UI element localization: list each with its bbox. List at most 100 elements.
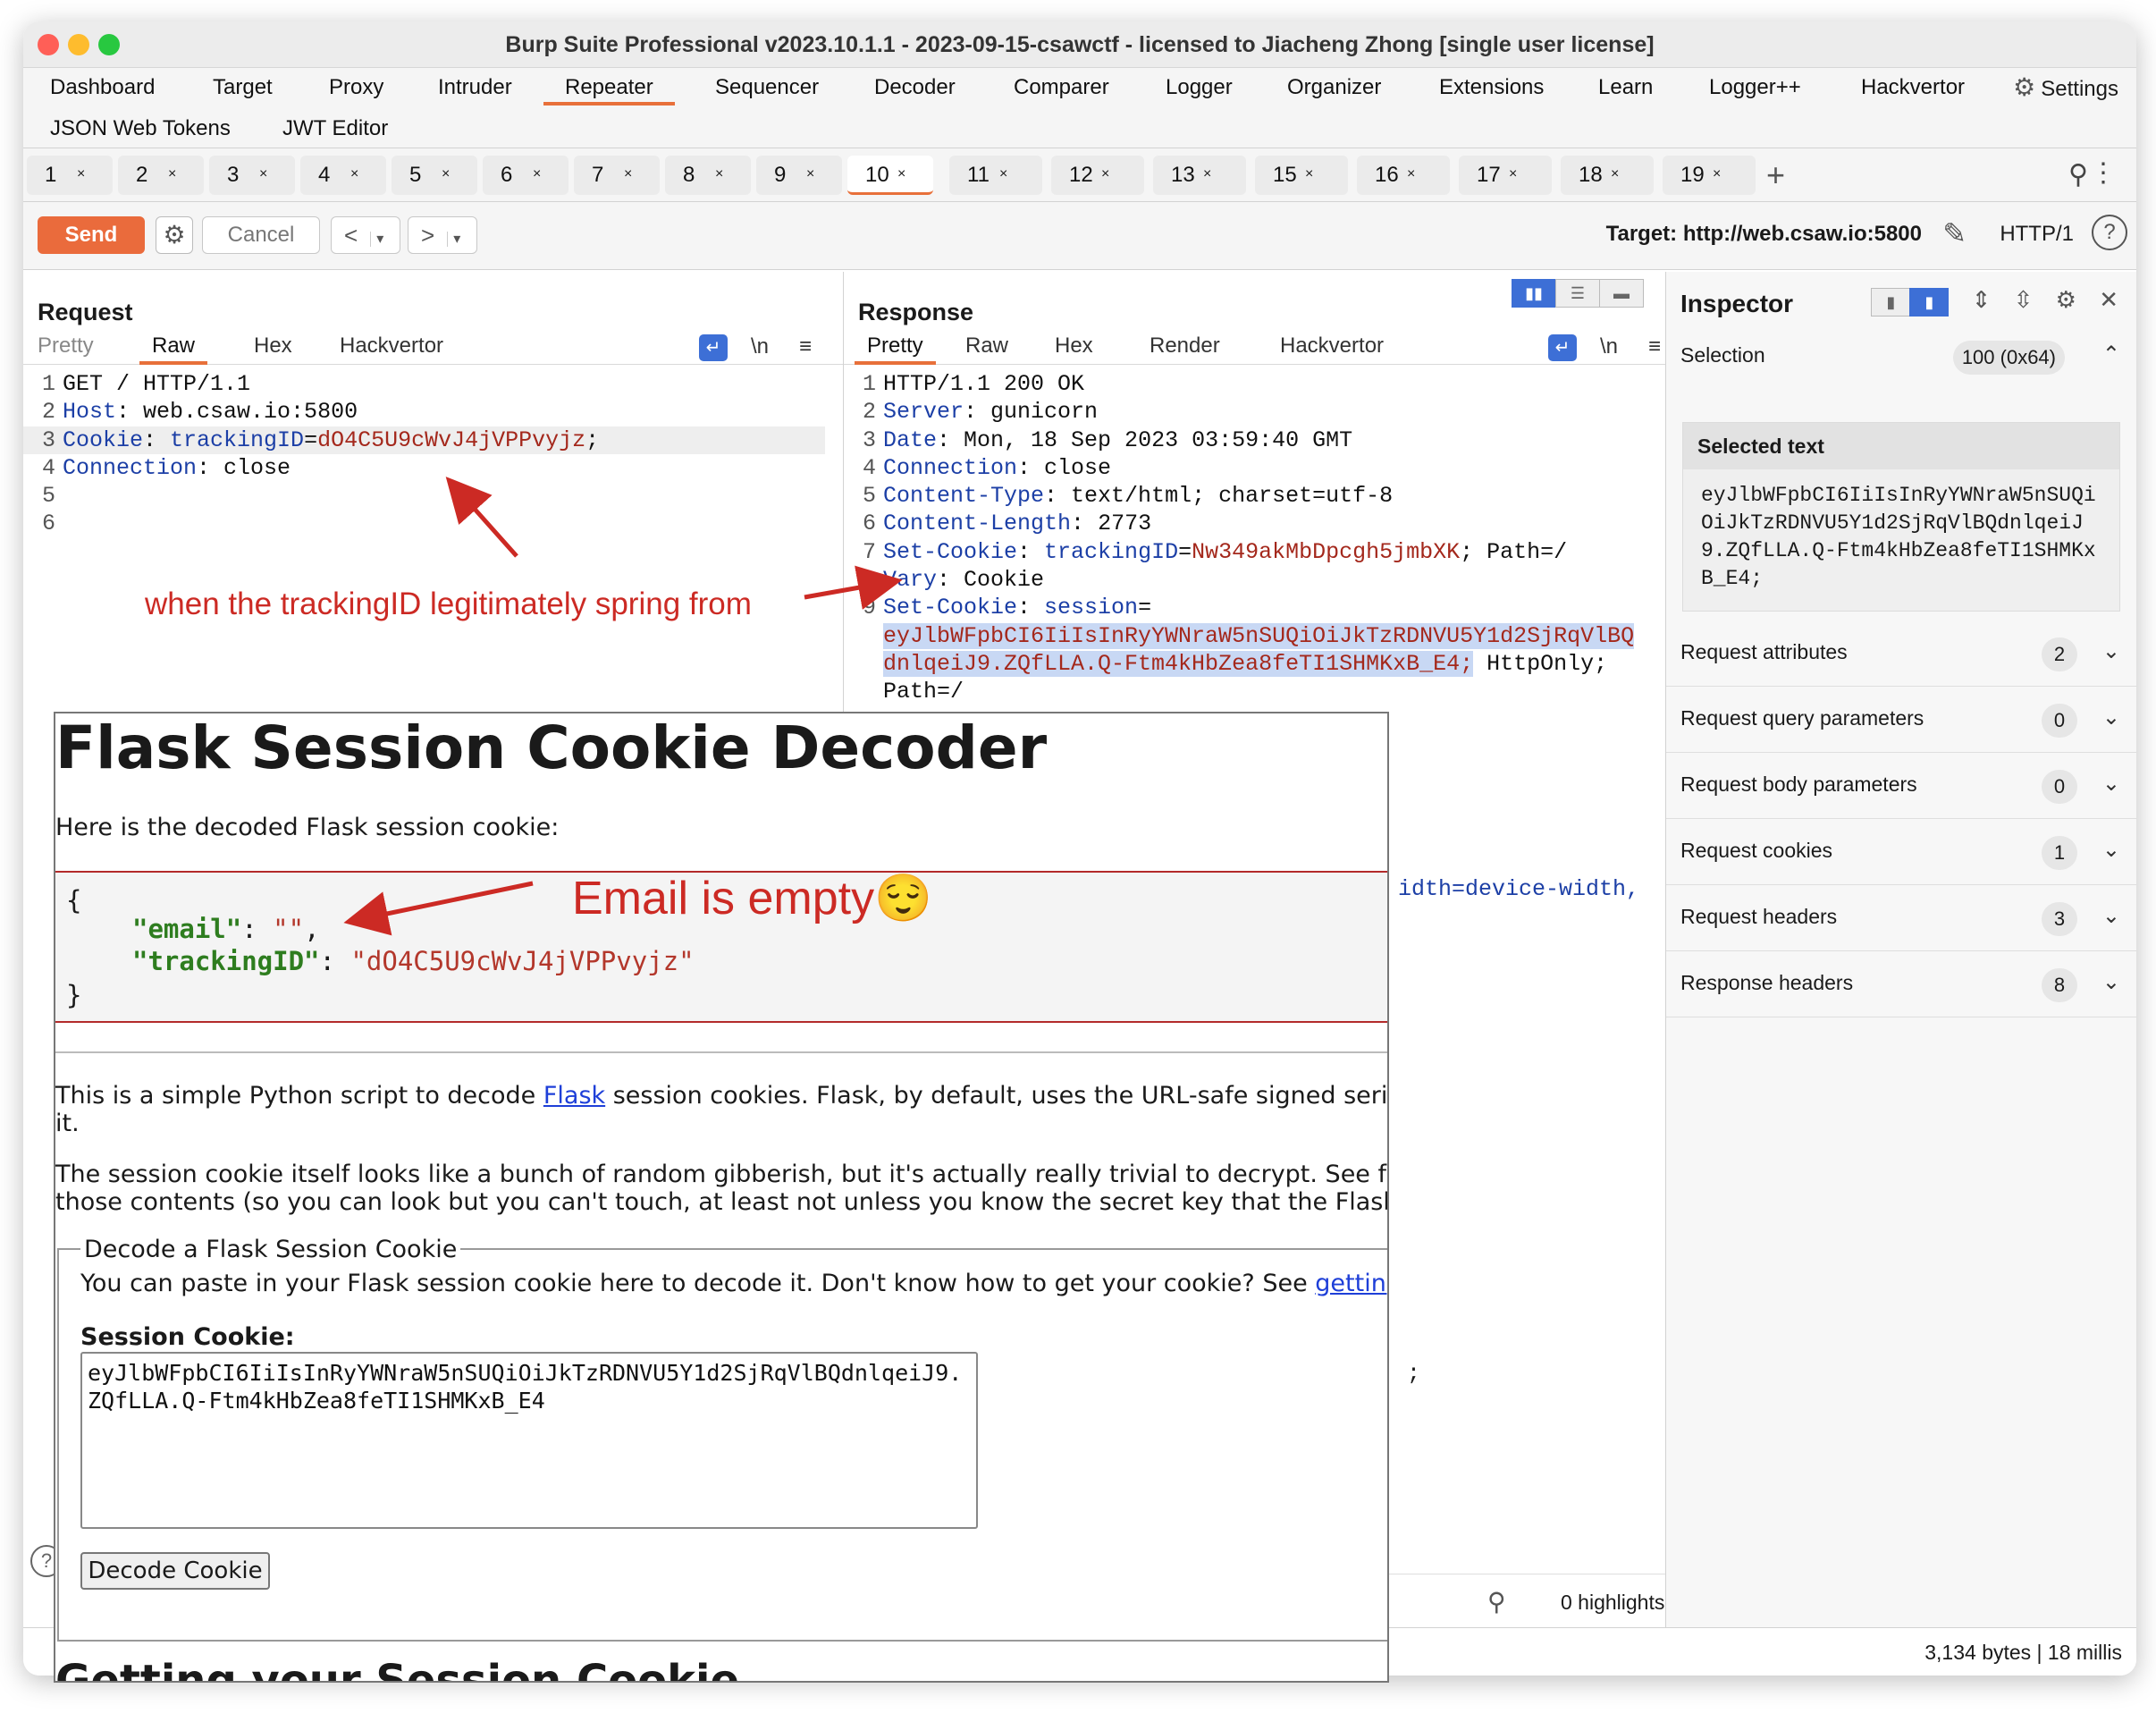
tool-tab-comparer[interactable]: Comparer xyxy=(1010,70,1113,106)
close-tab-icon[interactable]: × xyxy=(1101,166,1109,182)
session-cookie-textarea[interactable]: eyJlbWFpbCI6IiIsInRyYWNraW5nSUQiOiJkTzRD… xyxy=(80,1352,978,1529)
close-tab-icon[interactable]: × xyxy=(168,166,176,182)
close-tab-icon[interactable]: × xyxy=(259,166,267,182)
chevron-down-icon[interactable]: ⌄ xyxy=(2102,837,2120,863)
selected-session-cookie[interactable]: eyJlbWFpbCI6IiIsInRyYWNraW5nSUQiOiJkTzRD… xyxy=(883,622,1635,649)
repeater-tab-7[interactable]: 7 xyxy=(574,156,660,195)
repeater-tab-5[interactable]: 5 xyxy=(392,156,477,195)
history-forward-button[interactable]: > ▾ xyxy=(408,216,477,254)
tool-tab-json-web-tokens[interactable]: JSON Web Tokens xyxy=(46,111,234,147)
repeater-tab-10[interactable]: 10 xyxy=(847,156,933,195)
flask-link[interactable]: Flask xyxy=(543,1082,605,1110)
pencil-icon[interactable]: ✎ xyxy=(1942,216,1967,250)
cancel-button[interactable]: Cancel xyxy=(202,216,320,254)
repeater-tab-19[interactable]: 19 xyxy=(1663,156,1756,195)
expand-icon[interactable]: ⇕ xyxy=(1972,286,1992,313)
close-tab-icon[interactable]: × xyxy=(999,166,1007,182)
getting-cookie-link[interactable]: getting yo xyxy=(1315,1270,1387,1297)
inspector-row-response-headers[interactable]: Response headers 8 ⌄ xyxy=(1666,953,2136,1017)
repeater-tab-18[interactable]: 18 xyxy=(1561,156,1654,195)
close-tab-icon[interactable]: × xyxy=(1203,166,1211,182)
repeater-tab-16[interactable]: 16 xyxy=(1357,156,1450,195)
repeater-tab-17[interactable]: 17 xyxy=(1459,156,1552,195)
tool-tab-intruder[interactable]: Intruder xyxy=(434,70,516,106)
close-tab-icon[interactable]: × xyxy=(715,166,723,182)
add-tab-icon[interactable]: + xyxy=(1766,156,1785,195)
layout-left-icon[interactable]: ▮ xyxy=(1871,288,1911,317)
collapse-icon[interactable]: ⇳ xyxy=(2014,286,2034,313)
search-icon[interactable]: ⚲ xyxy=(1487,1587,1506,1616)
close-tab-icon[interactable]: × xyxy=(1713,166,1721,182)
chevron-down-icon[interactable]: ⌄ xyxy=(2102,969,2120,995)
close-icon[interactable]: ✕ xyxy=(2099,286,2118,313)
repeater-tab-12[interactable]: 12 xyxy=(1051,156,1144,195)
chevron-up-icon[interactable]: ⌃ xyxy=(2102,342,2120,367)
word-wrap-icon[interactable]: ↵ xyxy=(1548,334,1577,361)
word-wrap-icon[interactable]: ↵ xyxy=(699,334,728,361)
tool-tab-decoder[interactable]: Decoder xyxy=(871,70,959,106)
tool-tab-jwt-editor[interactable]: JWT Editor xyxy=(279,111,392,147)
repeater-tab-9[interactable]: 9 xyxy=(756,156,842,195)
tabbed-layout-icon[interactable]: ▬ xyxy=(1599,279,1644,308)
show-newlines-toggle[interactable]: \n xyxy=(1600,334,1618,359)
response-editor[interactable]: 1 HTTP/1.1 200 OK 2 Server: gunicorn 3 Date: … xyxy=(844,370,1665,706)
layout-right-icon[interactable]: ▮ xyxy=(1909,288,1950,317)
tool-tab-logger[interactable]: Logger xyxy=(1162,70,1236,106)
close-tab-icon[interactable]: × xyxy=(442,166,450,182)
chevron-down-icon[interactable]: ▾ xyxy=(370,232,384,247)
side-by-side-layout-icon[interactable]: ▮▮ xyxy=(1512,279,1556,308)
minimize-window-button[interactable] xyxy=(68,34,89,55)
close-tab-icon[interactable]: × xyxy=(77,166,85,182)
chevron-down-icon[interactable]: ⌄ xyxy=(2102,771,2120,797)
send-button[interactable]: Send xyxy=(38,216,145,254)
menu-icon[interactable]: ≡ xyxy=(1648,334,1661,359)
request-tab-hackvertor[interactable]: Hackvertor xyxy=(327,333,456,365)
chevron-down-icon[interactable]: ⌄ xyxy=(2102,903,2120,929)
request-editor[interactable]: 1 GET / HTTP/1.1 2 Host: web.csaw.io:5800 3 C… xyxy=(23,370,843,538)
repeater-tab-8[interactable]: 8 xyxy=(665,156,751,195)
decode-cookie-button[interactable]: Decode Cookie xyxy=(80,1552,270,1590)
more-options-icon[interactable]: ⋮ xyxy=(2090,157,2117,189)
repeater-tab-13[interactable]: 13 xyxy=(1153,156,1246,195)
inspector-row-request-body-parameters[interactable]: Request body parameters 0 ⌄ xyxy=(1666,755,2136,819)
tool-tab-dashboard[interactable]: Dashboard xyxy=(46,70,158,106)
maximize-window-button[interactable] xyxy=(98,34,120,55)
close-tab-icon[interactable]: × xyxy=(897,166,905,182)
response-tab-render[interactable]: Render xyxy=(1137,333,1233,365)
chevron-down-icon[interactable]: ⌄ xyxy=(2102,638,2120,664)
tool-tab-hackvertor[interactable]: Hackvertor xyxy=(1857,70,1968,106)
inspector-row-request-attributes[interactable]: Request attributes 2 ⌄ xyxy=(1666,622,2136,687)
show-newlines-toggle[interactable]: \n xyxy=(751,334,769,359)
gear-icon[interactable]: ⚙ xyxy=(2056,286,2076,313)
tool-tab-learn[interactable]: Learn xyxy=(1595,70,1656,106)
tool-tab-repeater[interactable]: Repeater xyxy=(543,70,675,106)
menu-icon[interactable]: ≡ xyxy=(799,334,812,359)
request-tab-hex[interactable]: Hex xyxy=(241,333,305,365)
history-back-button[interactable]: < ▾ xyxy=(331,216,400,254)
close-tab-icon[interactable]: × xyxy=(350,166,358,182)
response-tab-hackvertor[interactable]: Hackvertor xyxy=(1267,333,1396,365)
tool-tab-sequencer[interactable]: Sequencer xyxy=(712,70,822,106)
close-window-button[interactable] xyxy=(38,34,59,55)
selected-text-value[interactable]: eyJlbWFpbCI6IiIsInRyYWNraW5nSUQiOiJkTzRD… xyxy=(1683,469,2119,605)
tool-tab-logger-plus[interactable]: Logger++ xyxy=(1705,70,1805,106)
repeater-tab-3[interactable]: 3 xyxy=(209,156,295,195)
close-tab-icon[interactable]: × xyxy=(1305,166,1313,182)
tool-tab-extensions[interactable]: Extensions xyxy=(1436,70,1547,106)
inspector-row-request-cookies[interactable]: Request cookies 1 ⌄ xyxy=(1666,821,2136,885)
response-tab-hex[interactable]: Hex xyxy=(1042,333,1106,365)
repeater-tab-11[interactable]: 11 xyxy=(949,156,1042,195)
close-tab-icon[interactable]: × xyxy=(806,166,814,182)
repeater-tab-1[interactable]: 1 xyxy=(27,156,113,195)
selection-section[interactable]: Selection 100 (0x64) ⌃ xyxy=(1666,325,2136,388)
inspector-row-request-headers[interactable]: Request headers 3 ⌄ xyxy=(1666,887,2136,951)
selected-session-cookie[interactable]: dnlqeiJ9.ZQfLLA.Q-Ftm4kHbZea8feTI1SHMKxB… xyxy=(883,650,1474,677)
top-bottom-layout-icon[interactable]: ☰ xyxy=(1555,279,1600,308)
tool-tab-proxy[interactable]: Proxy xyxy=(325,70,387,106)
repeater-tab-2[interactable]: 2 xyxy=(118,156,204,195)
tool-tab-organizer[interactable]: Organizer xyxy=(1284,70,1385,106)
close-tab-icon[interactable]: × xyxy=(624,166,632,182)
inspector-row-request-query-parameters[interactable]: Request query parameters 0 ⌄ xyxy=(1666,688,2136,753)
repeater-tab-4[interactable]: 4 xyxy=(300,156,386,195)
help-icon[interactable]: ? xyxy=(2092,215,2127,250)
